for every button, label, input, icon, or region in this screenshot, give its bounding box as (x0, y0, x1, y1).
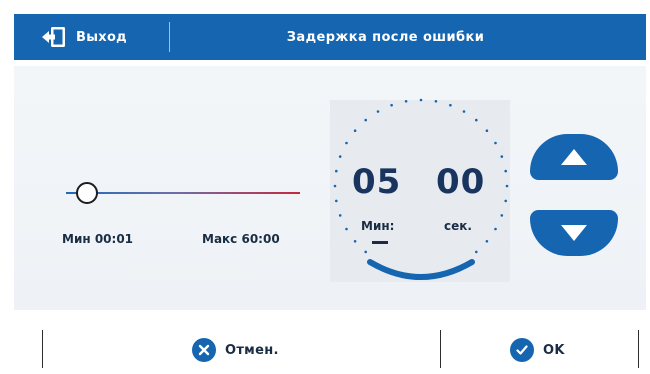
page-title: Задержка после ошибки (286, 29, 485, 45)
exit-button[interactable]: Выход (14, 14, 169, 60)
cancel-label: Отмен. (225, 342, 279, 358)
cancel-button[interactable]: Отмен. (192, 334, 279, 366)
seconds-unit-label: сек. (444, 219, 472, 233)
footer-divider-middle (440, 330, 441, 368)
close-circle-icon (192, 338, 216, 362)
minutes-value[interactable]: 05 (352, 162, 401, 202)
ok-button[interactable]: OK (510, 334, 565, 366)
ok-label: OK (543, 342, 565, 358)
footer-divider-left (42, 330, 43, 368)
top-bar: Выход Задержка после ошибки (14, 14, 646, 60)
range-slider-knob[interactable] (76, 182, 99, 204)
arrow-up-icon (561, 149, 587, 165)
min-range-label: Мин 00:01 (62, 232, 134, 246)
minutes-unit-label: Мин: (361, 219, 395, 233)
footer-divider-right (638, 330, 639, 368)
arrow-down-icon (561, 225, 587, 241)
max-range-label: Макс 60:00 (202, 232, 280, 246)
range-slider-track[interactable] (66, 192, 300, 194)
minutes-selected-indicator (372, 241, 388, 244)
exit-door-icon (42, 27, 65, 47)
check-circle-icon (510, 338, 534, 362)
seconds-value[interactable]: 00 (436, 162, 485, 202)
exit-label: Выход (76, 29, 127, 45)
